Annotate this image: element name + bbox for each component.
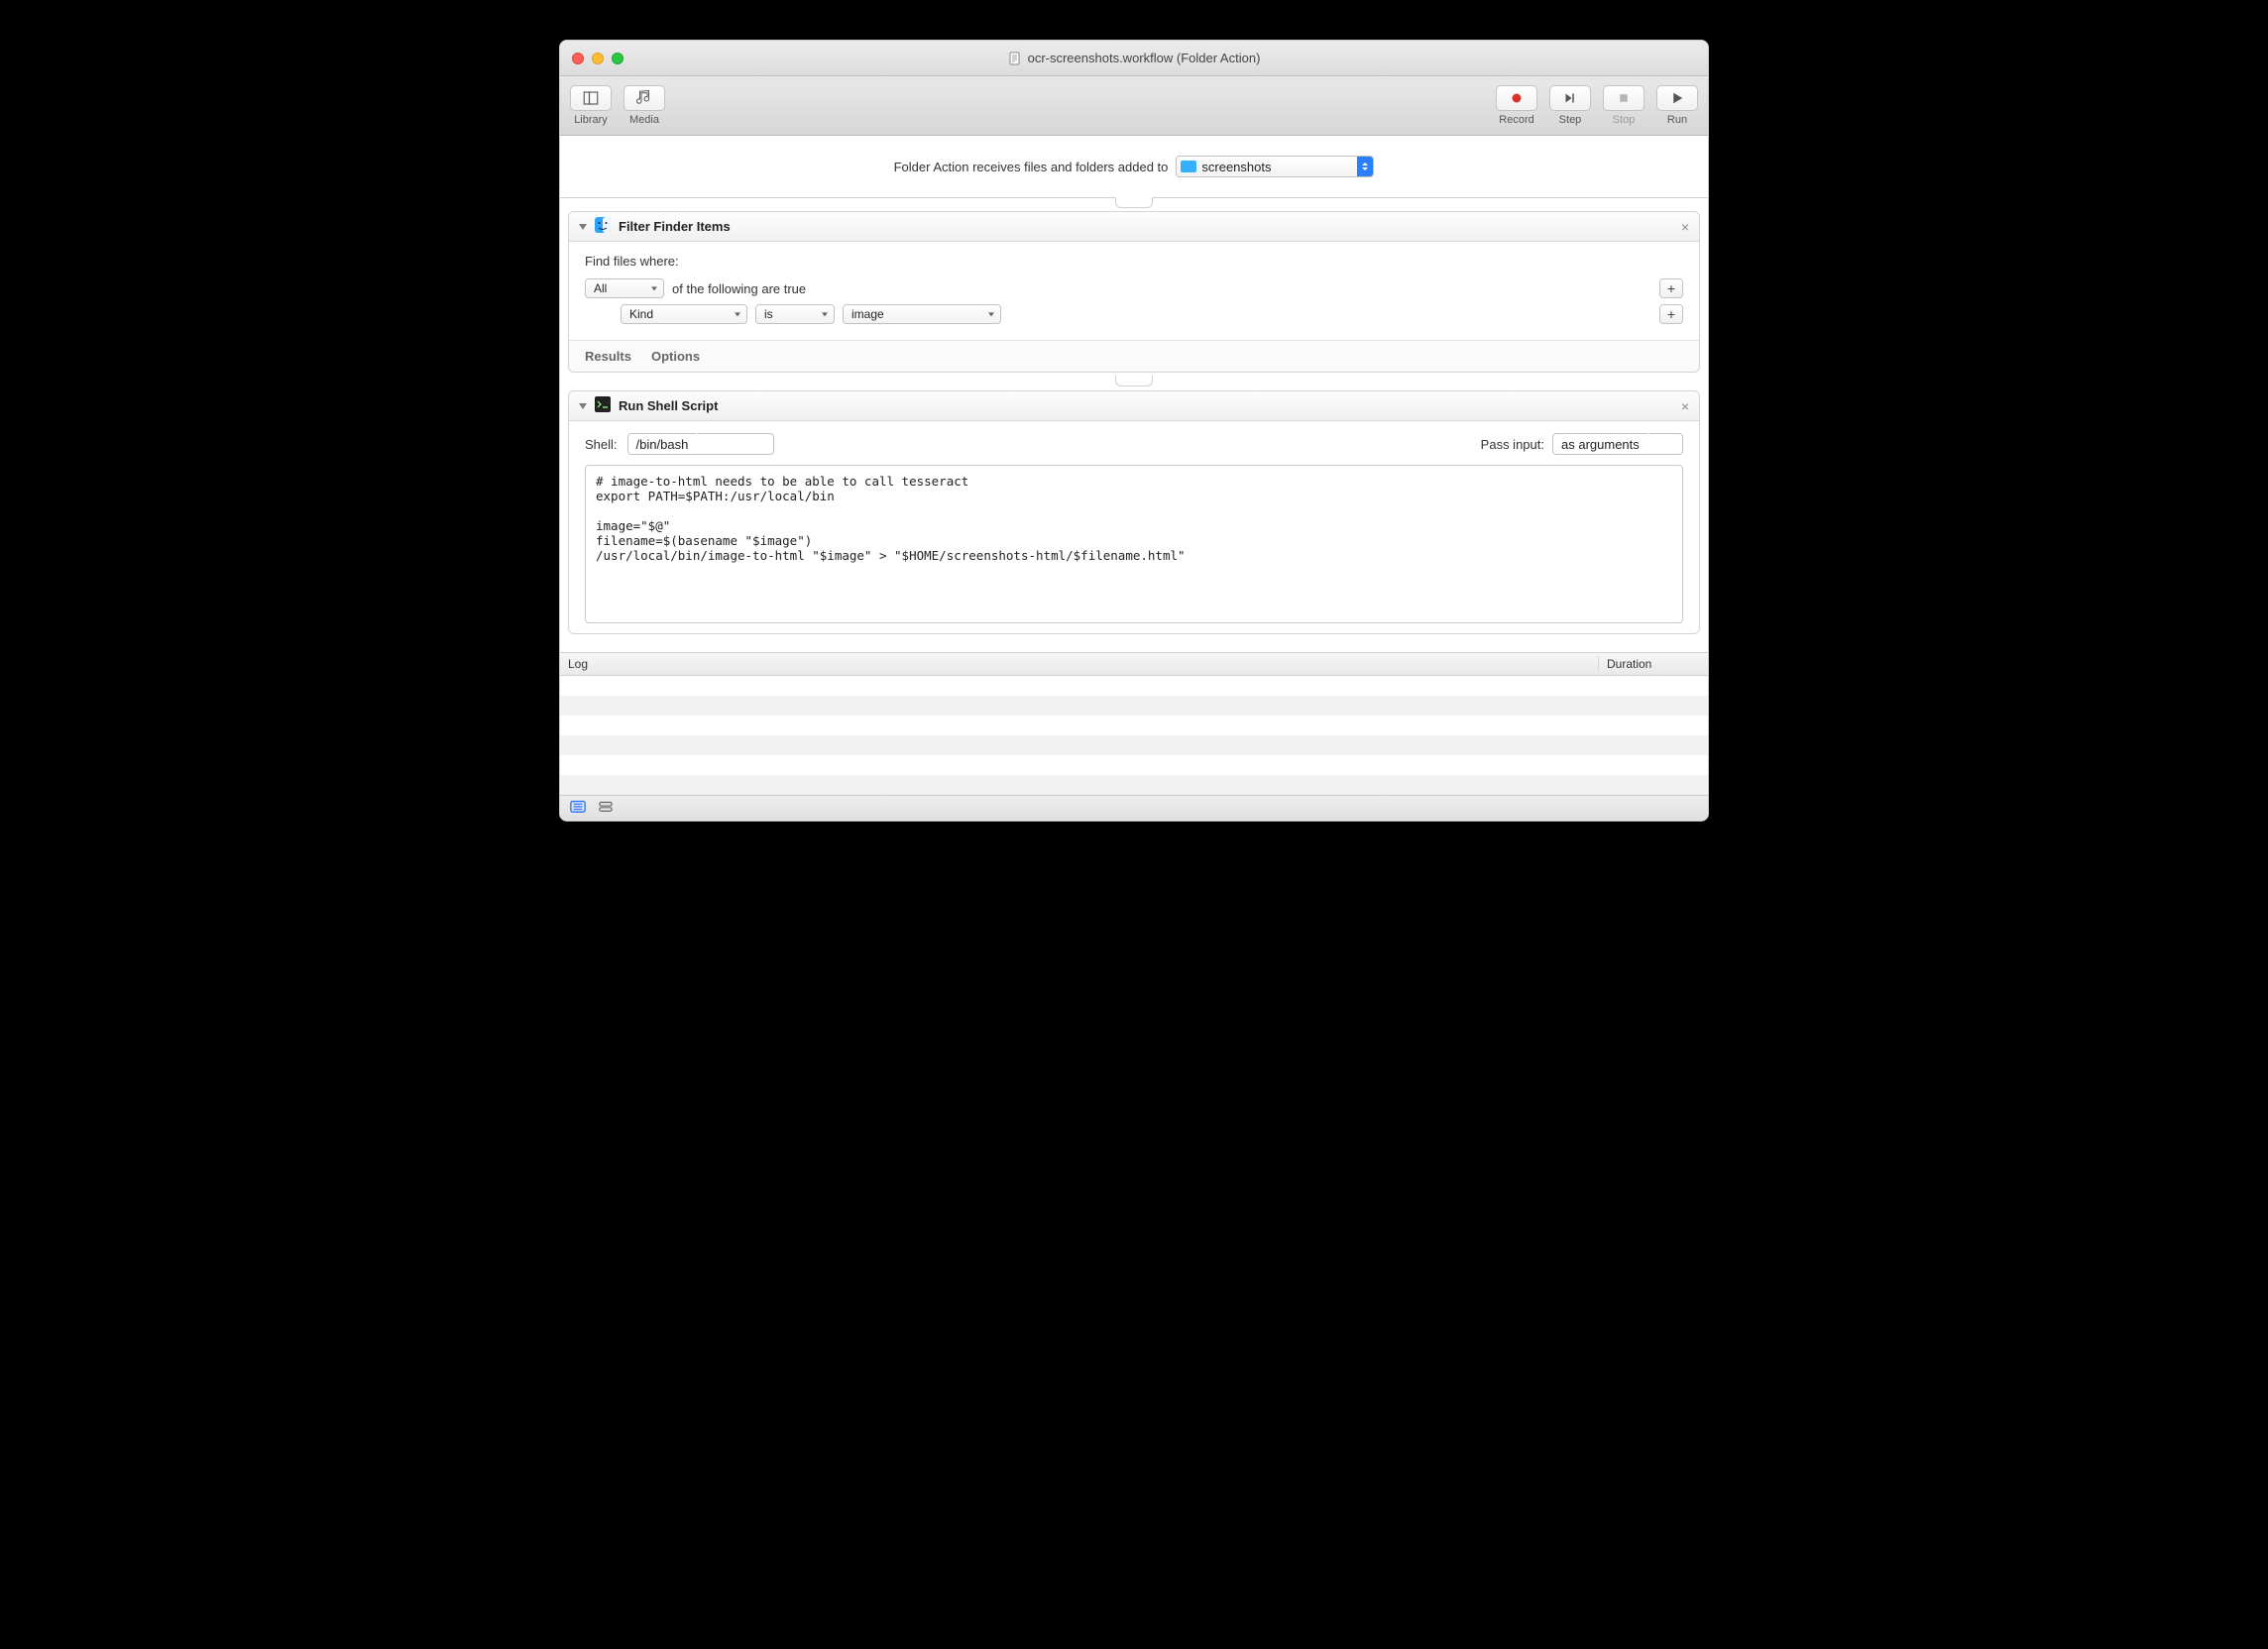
log-rows [560,676,1708,795]
shell-value: /bin/bash [636,437,689,452]
stop-icon [1615,89,1633,107]
window-title-text: ocr-screenshots.workflow (Folder Action) [1028,51,1261,65]
close-action-button[interactable]: × [1681,219,1689,235]
shell-select[interactable]: /bin/bash [627,433,774,455]
media-button[interactable]: Media [620,85,669,126]
rule-attribute-select[interactable]: Kind [621,304,747,324]
log-header: Log Duration [560,652,1708,676]
notch-divider [568,377,1700,386]
window-title: ocr-screenshots.workflow (Folder Action) [560,51,1708,65]
stop-button[interactable]: Stop [1599,85,1648,126]
close-action-button[interactable]: × [1681,398,1689,414]
duration-column-header[interactable]: Duration [1599,657,1708,671]
folder-icon [1181,161,1196,172]
rule-operator-select[interactable]: is [755,304,835,324]
library-label: Library [574,114,608,126]
match-scope-text: of the following are true [672,281,806,296]
close-window-button[interactable] [572,53,584,64]
record-icon [1508,89,1526,107]
receives-text: Folder Action receives files and folders… [894,160,1169,174]
minimize-window-button[interactable] [592,53,604,64]
log-row [560,676,1708,696]
pass-input-select[interactable]: as arguments [1552,433,1683,455]
results-tab[interactable]: Results [585,349,631,364]
add-rule-button[interactable]: + [1659,304,1683,324]
rule-value-select[interactable]: image [843,304,1001,324]
terminal-icon [595,396,611,415]
media-icon [635,89,653,107]
action-header: Run Shell Script × [569,391,1699,421]
step-icon [1561,89,1579,107]
action-title: Run Shell Script [619,398,718,413]
notch-divider [560,197,1708,207]
record-label: Record [1499,114,1533,126]
run-label: Run [1667,114,1687,126]
media-label: Media [629,114,659,126]
script-textarea[interactable]: # image-to-html needs to be able to call… [585,465,1683,623]
chevron-updown-icon [1640,434,1651,454]
workflow-view-button[interactable] [570,800,586,817]
action-header: Filter Finder Items × [569,212,1699,242]
library-button[interactable]: Library [566,85,616,126]
log-row [560,735,1708,755]
filter-prompt: Find files where: [585,254,1683,269]
zoom-window-button[interactable] [612,53,624,64]
add-rule-group-button[interactable]: + [1659,278,1683,298]
log-row [560,696,1708,715]
bottombar [560,795,1708,821]
automator-window: ocr-screenshots.workflow (Folder Action)… [559,40,1709,822]
document-icon [1008,52,1022,65]
receives-folder-select[interactable]: screenshots [1176,156,1374,177]
disclosure-triangle-icon[interactable] [579,403,587,409]
action-filter-finder-items: Filter Finder Items × Find files where: … [568,211,1700,373]
disclosure-triangle-icon[interactable] [579,224,587,230]
record-button[interactable]: Record [1492,85,1541,126]
variables-icon [598,800,614,814]
step-label: Step [1559,114,1582,126]
traffic-lights [560,53,624,64]
titlebar: ocr-screenshots.workflow (Folder Action) [560,41,1708,76]
action-title: Filter Finder Items [619,219,731,234]
action-run-shell-script: Run Shell Script × Shell: /bin/bash Pass… [568,390,1700,634]
toolbar: Library Media Record Step Stop [560,76,1708,136]
stop-label: Stop [1613,114,1636,126]
finder-icon [595,217,611,236]
pass-input-label: Pass input: [1481,437,1544,452]
chevron-updown-icon [1357,157,1373,176]
folder-action-receives: Folder Action receives files and folders… [560,136,1708,197]
log-row [560,775,1708,795]
action-footer: Results Options [569,340,1699,372]
variables-view-button[interactable] [598,800,614,817]
run-button[interactable]: Run [1652,85,1702,126]
chevron-updown-icon [688,434,700,454]
options-tab[interactable]: Options [651,349,700,364]
log-column-header[interactable]: Log [560,657,1599,671]
shell-label: Shell: [585,437,618,452]
workflow-area: Filter Finder Items × Find files where: … [560,207,1708,652]
library-icon [582,89,600,107]
match-scope-select[interactable]: All [585,278,664,298]
list-view-icon [570,800,586,814]
receives-folder-value: screenshots [1201,160,1271,174]
log-row [560,755,1708,775]
play-icon [1668,89,1686,107]
pass-input-value: as arguments [1561,437,1640,452]
log-row [560,715,1708,735]
step-button[interactable]: Step [1545,85,1595,126]
